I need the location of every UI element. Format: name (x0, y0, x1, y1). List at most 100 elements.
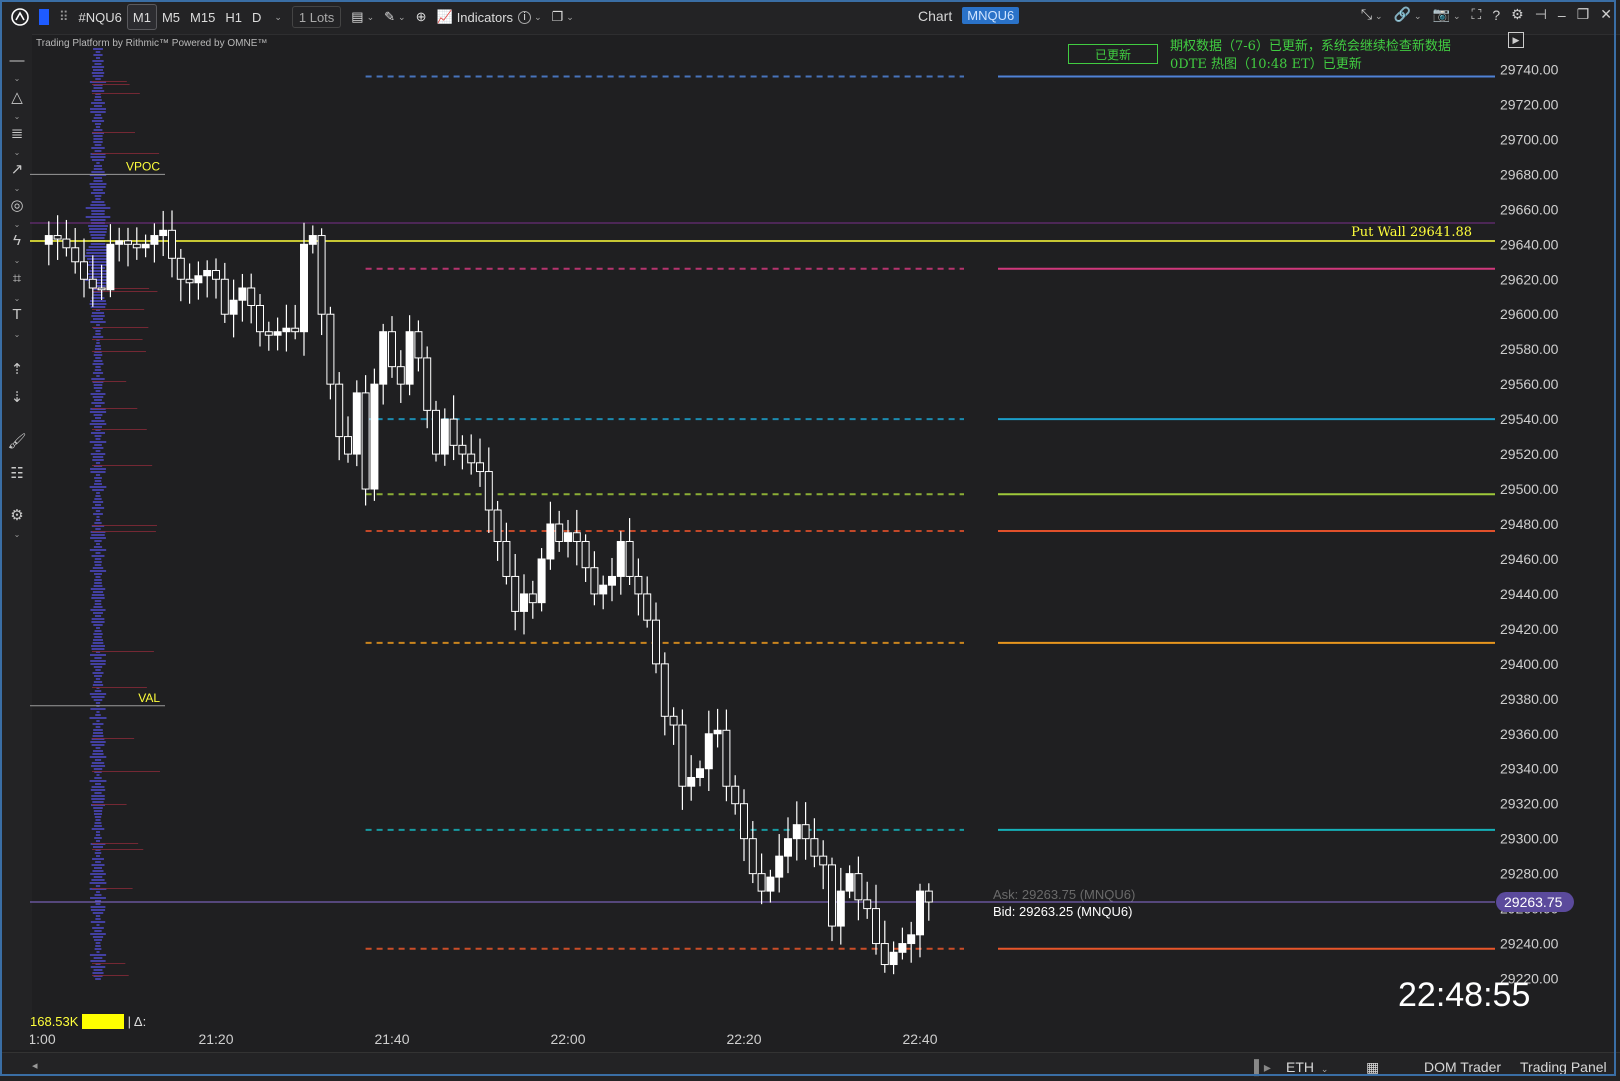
time-axis[interactable]: 1:00 21:20 21:40 22:00 22:20 22:40 (30, 1031, 938, 1047)
volume-profile-bar (92, 936, 104, 938)
candle-body (678, 724, 687, 787)
volume-profile-bar (94, 435, 102, 437)
settings-gear-icon[interactable]: ⚙ (1511, 6, 1524, 23)
line-tool-icon[interactable]: — (2, 52, 32, 69)
text-tool-chevron-icon[interactable]: ⌄ (2, 330, 32, 339)
symbol-selector[interactable]: #NQU6 (74, 5, 127, 29)
zoom-icon[interactable]: ⊕ (411, 5, 432, 29)
fib-tool-icon[interactable]: ≣ (2, 124, 32, 142)
volume-profile-tick (92, 339, 143, 340)
brush-icon[interactable]: 🖌 (2, 432, 32, 450)
session-selector[interactable]: ETH ⌄ (1286, 1059, 1328, 1075)
tool-settings-gear-icon[interactable]: ⚙ (2, 506, 32, 524)
indicators-chart-icon: 📈 (436, 9, 453, 24)
volume-profile-bar (94, 636, 102, 638)
volume-profile-bar (93, 165, 103, 167)
shapes-tool-icon[interactable]: ⌗ (2, 270, 32, 287)
app-logo-icon[interactable] (6, 5, 34, 29)
volume-profile-bar (95, 528, 101, 530)
volume-profile-bar (90, 192, 106, 194)
scroll-handle-icon[interactable]: ▌▸ (1254, 1059, 1271, 1076)
fullscreen-icon[interactable]: ⛶ (1472, 6, 1482, 23)
timeframe-d[interactable]: D (247, 5, 266, 29)
curve-tool-icon[interactable]: ↗ (2, 160, 32, 178)
volume-profile-bar (91, 618, 105, 620)
text-tool-icon[interactable]: T (2, 306, 32, 323)
candle-body (511, 575, 520, 612)
volume-profile-bar (91, 213, 105, 215)
candle-body (97, 287, 106, 291)
wave-tool-chevron-icon[interactable]: ⌄ (2, 256, 32, 265)
close-icon[interactable]: ✕ (1600, 6, 1612, 23)
price-chart[interactable]: VPOC VAL Put Wall 29641.88 Ask: 29263.75 (M… (30, 34, 1620, 1052)
pin-icon[interactable]: ⊣ (1535, 6, 1547, 23)
volume-profile-bar (95, 510, 101, 512)
total-volume: 168.53K (30, 1014, 79, 1029)
indicators-button[interactable]: 📈 Indicators i ⌄ (432, 5, 547, 29)
trading-panel-button[interactable]: Trading Panel (1520, 1059, 1607, 1075)
objects-list-icon[interactable]: ☷ (2, 464, 32, 482)
drawing-pen-icon[interactable]: ✎ ⌄ (379, 5, 410, 29)
color-swatch-icon[interactable] (34, 5, 54, 29)
update-status-button[interactable]: 已更新 (1068, 44, 1158, 64)
bottom-bar: ◂ ▌▸ ETH ⌄ ▦ DOM Trader Trading Panel (0, 1052, 1620, 1081)
timeframe-m15[interactable]: M15 (185, 5, 220, 29)
volume-profile-bar (95, 366, 101, 368)
help-icon[interactable]: ? (1492, 7, 1500, 23)
volume-profile-bar (93, 354, 103, 356)
price-tick-label: 29400.00 (1500, 656, 1559, 672)
camera-icon[interactable]: 📷 ⌄ (1433, 6, 1461, 23)
timeframe-m1[interactable]: M1 (126, 4, 157, 30)
buy-arrow-icon[interactable]: ⇡ (2, 360, 32, 378)
restore-icon[interactable]: ❐ (1577, 6, 1590, 23)
dom-trader-button[interactable]: DOM Trader (1424, 1059, 1501, 1075)
candle-body (660, 663, 669, 717)
volume-profile-bar (93, 729, 103, 731)
scroll-left-icon[interactable]: ◂ (32, 1059, 38, 1072)
wave-tool-icon[interactable]: ϟ (2, 232, 32, 249)
link-icon[interactable]: 🔗 ⌄ (1394, 6, 1422, 23)
circle-tool-chevron-icon[interactable]: ⌄ (2, 220, 32, 229)
volume-profile-bar (95, 840, 101, 842)
price-tick-label: 29460.00 (1500, 551, 1559, 567)
volume-profile-bar (91, 555, 105, 557)
candle-body (291, 327, 300, 333)
circle-tool-icon[interactable]: ◎ (2, 196, 32, 214)
volume-profile-bar (93, 414, 103, 416)
candle-body (502, 540, 511, 577)
crosshair-icon[interactable]: ⤡ ⌄ (1361, 6, 1383, 23)
triangle-tool-icon[interactable]: △ (2, 88, 32, 106)
triangle-tool-chevron-icon[interactable]: ⌄ (2, 112, 32, 121)
volume-profile-bar (94, 777, 102, 779)
lots-input[interactable]: 1 Lots (291, 6, 342, 28)
notice-play-icon[interactable]: ▶ (1508, 32, 1524, 48)
tool-settings-chevron-icon[interactable]: ⌄ (2, 530, 32, 539)
fib-tool-chevron-icon[interactable]: ⌄ (2, 148, 32, 157)
candle-body (124, 240, 132, 245)
volume-profile-bar (94, 573, 102, 575)
chart-type-icon[interactable]: ▤ ⌄ (346, 5, 379, 29)
volume-profile-bar (90, 789, 106, 791)
volume-profile-bar (92, 318, 104, 320)
drag-handle-icon[interactable]: ⠿ (54, 5, 74, 29)
volume-profile-bar (90, 765, 106, 767)
timeframe-dropdown-chevron-icon[interactable]: ⌄ (266, 5, 287, 29)
price-tick-label: 29360.00 (1500, 726, 1559, 742)
curve-tool-chevron-icon[interactable]: ⌄ (2, 184, 32, 193)
window-layout-icon[interactable]: ❐ ⌄ (547, 5, 579, 29)
calendar-icon[interactable]: ▦ (1366, 1059, 1379, 1076)
volume-profile-bar (91, 72, 105, 74)
shapes-tool-chevron-icon[interactable]: ⌄ (2, 294, 32, 303)
sell-arrow-icon[interactable]: ⇣ (2, 388, 32, 406)
volume-profile-bar (95, 438, 101, 440)
minimize-icon[interactable]: – (1558, 7, 1566, 23)
timeframe-m5[interactable]: M5 (157, 5, 185, 29)
volume-profile-bar (91, 171, 105, 173)
volume-profile-tick (92, 963, 126, 964)
candle-body (282, 327, 291, 333)
price-axis[interactable]: 29740.00 29720.00 29700.00 29680.00 29660.00… (1496, 61, 1574, 987)
volume-profile-bar (94, 894, 102, 896)
line-tool-chevron-icon[interactable]: ⌄ (2, 74, 32, 83)
chart-symbol-badge[interactable]: MNQU6 (962, 7, 1020, 24)
timeframe-h1[interactable]: H1 (220, 5, 247, 29)
